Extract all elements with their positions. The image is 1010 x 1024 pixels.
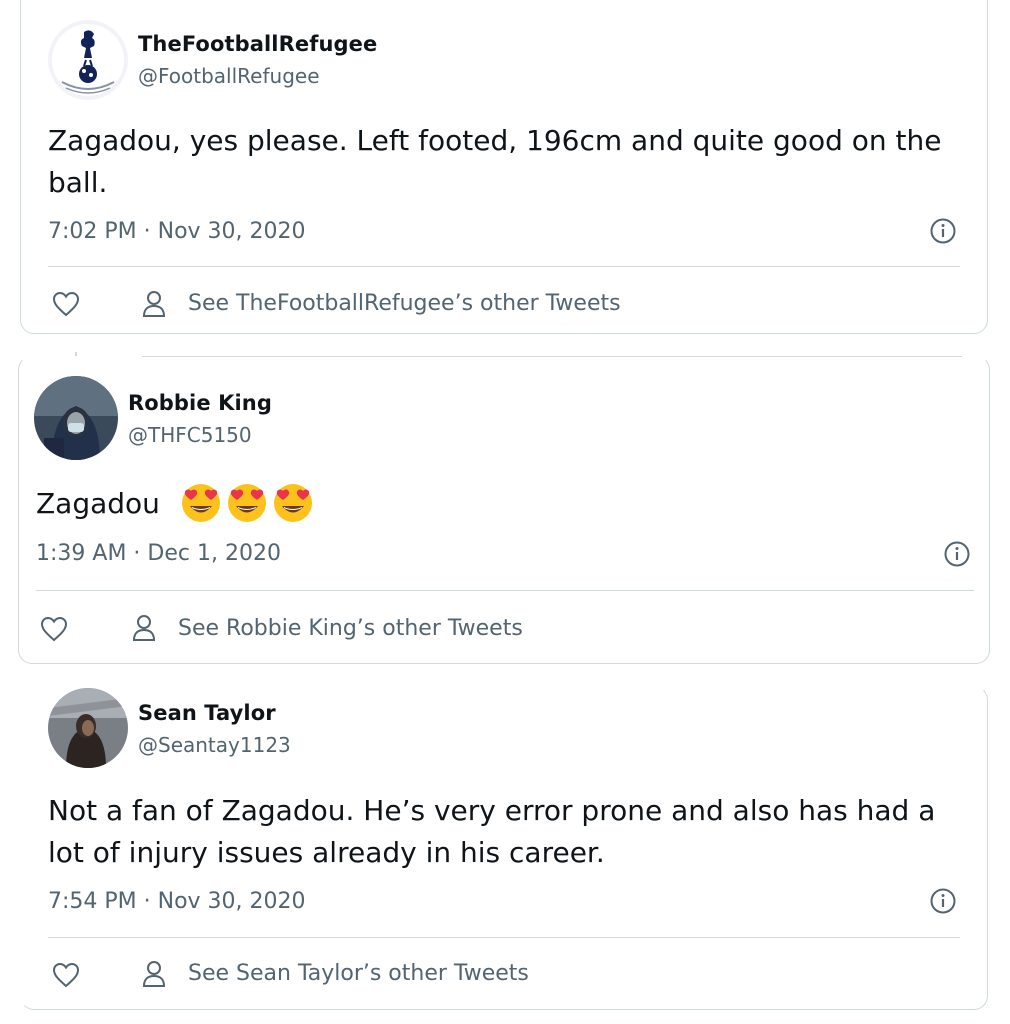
see-other-tweets-link[interactable]: See Robbie King’s other Tweets [178,616,523,641]
tweet-text: Zagadou, yes please. Left footed, 196cm … [48,124,942,199]
user-handle[interactable]: @FootballRefugee [138,64,320,88]
info-icon[interactable] [930,888,956,914]
see-other-tweets-link[interactable]: See TheFootballRefugee’s other Tweets [188,291,621,316]
tweet-timestamp[interactable]: 7:02 PM · Nov 30, 2020 [48,219,306,244]
hooded-person-photo-icon [34,376,118,460]
emoji-row [180,481,318,523]
divider [36,590,974,591]
tweet-text: Not a fan of Zagadou. He’s very error pr… [48,794,936,869]
divider [142,356,962,357]
tottenham-crest-icon [48,20,128,100]
avatar[interactable] [48,688,128,768]
display-name[interactable]: Sean Taylor [138,701,276,725]
heart-eyes-emoji-icon [274,484,312,522]
like-heart-icon[interactable] [40,616,68,642]
avatar[interactable] [48,20,128,100]
display-name[interactable]: TheFootballRefugee [138,32,377,56]
person-icon[interactable] [142,960,166,988]
divider [48,266,960,267]
avatar[interactable] [34,376,118,460]
tweet-timestamp[interactable]: 7:54 PM · Nov 30, 2020 [48,889,306,914]
person-icon[interactable] [142,290,166,318]
person-icon[interactable] [132,614,156,642]
info-icon[interactable] [944,541,970,567]
info-icon[interactable] [930,218,956,244]
display-name[interactable]: Robbie King [128,391,272,415]
see-other-tweets-link[interactable]: See Sean Taylor’s other Tweets [188,961,529,986]
heart-eyes-emoji-icon [182,484,220,522]
person-photo-icon [48,688,128,768]
tweet-text: Zagadou [36,487,160,520]
user-handle[interactable]: @THFC5150 [128,423,252,447]
user-handle[interactable]: @Seantay1123 [138,733,291,757]
heart-eyes-emoji-icon [228,484,266,522]
like-heart-icon[interactable] [52,291,80,317]
tweet-timestamp[interactable]: 1:39 AM · Dec 1, 2020 [36,541,281,566]
divider [48,937,960,938]
like-heart-icon[interactable] [52,962,80,988]
